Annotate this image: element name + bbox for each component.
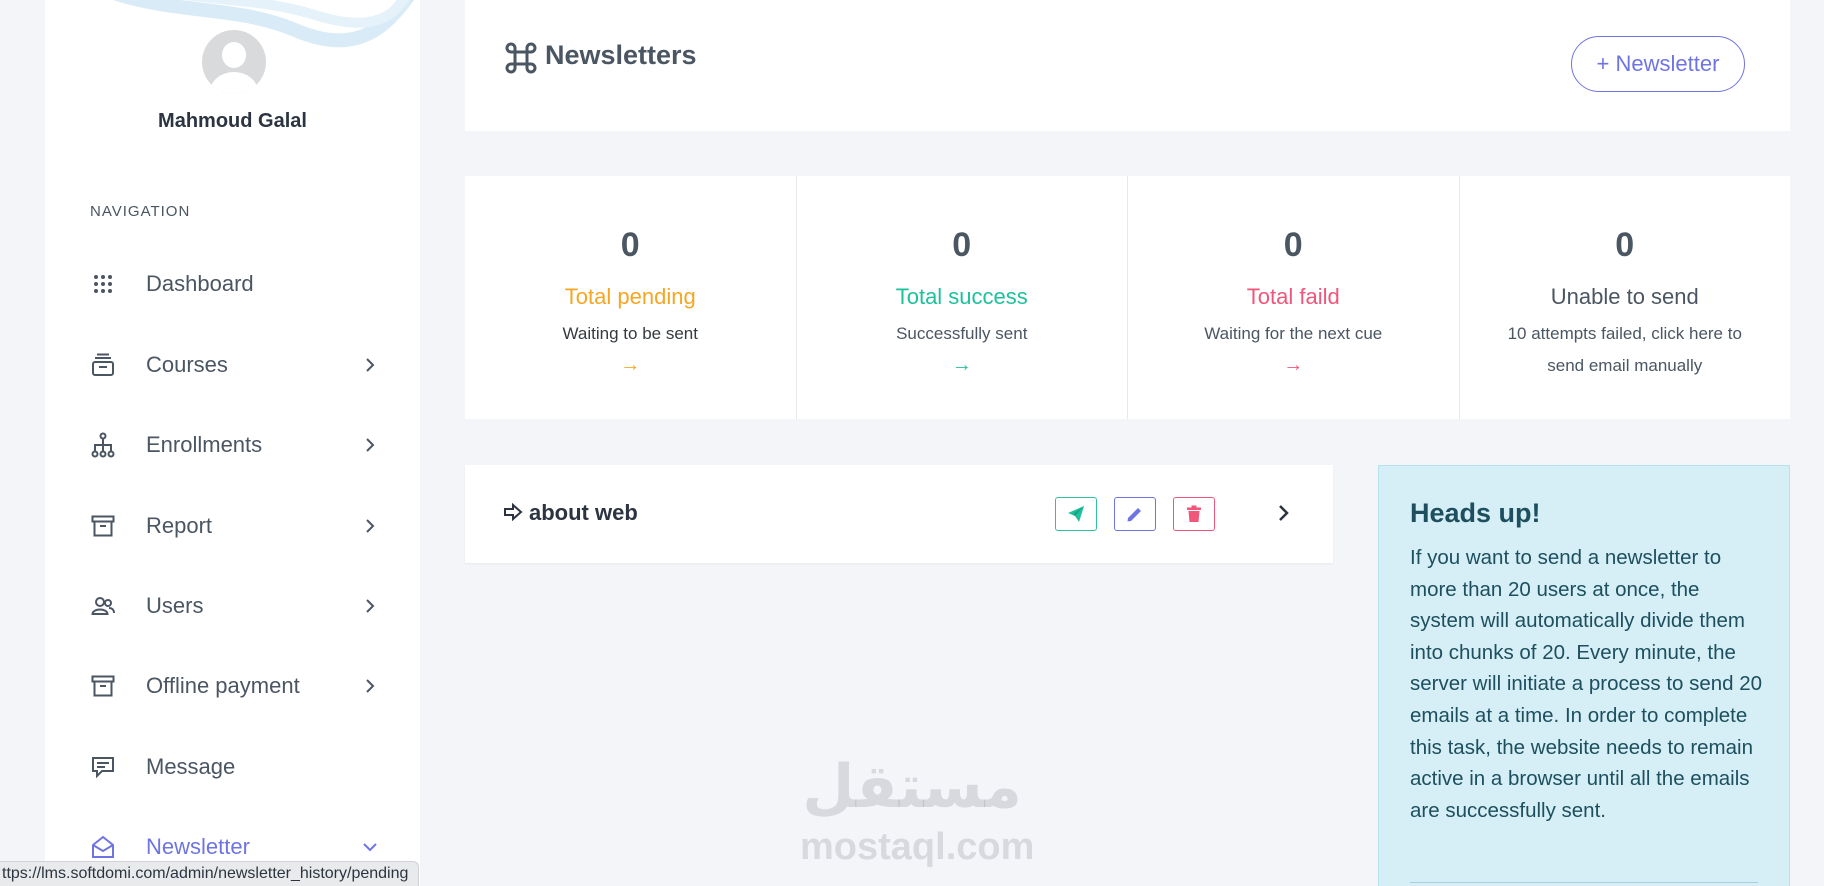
watermark-latin: mostaql.com xyxy=(800,826,1035,868)
chevron-right-icon xyxy=(360,516,380,536)
page-header: Newsletters + Newsletter xyxy=(465,0,1790,131)
envelope-open-icon xyxy=(90,834,116,860)
stat-label: Unable to send xyxy=(1550,284,1699,309)
nav-heading: NAVIGATION xyxy=(90,203,191,220)
chevron-right-icon xyxy=(360,435,380,455)
chevron-right-icon xyxy=(360,596,380,616)
delete-button[interactable] xyxy=(1173,497,1215,531)
stat-count: 0 xyxy=(1283,226,1303,264)
stat-count: 0 xyxy=(952,226,972,264)
sidebar-item-dashboard[interactable]: Dashboard xyxy=(90,264,380,304)
archive-icon xyxy=(90,513,116,539)
sidebar-item-report[interactable]: Report xyxy=(90,506,380,546)
browser-status-url: ttps://lms.softdomi.com/admin/newsletter… xyxy=(0,861,420,886)
stat-description: Successfully sent xyxy=(896,324,1028,343)
arrow-right-icon: → xyxy=(620,354,641,376)
grid-dots-icon xyxy=(90,271,116,297)
sidebar-item-label: Courses xyxy=(146,352,228,377)
chat-icon xyxy=(90,754,116,780)
add-newsletter-button[interactable]: + Newsletter xyxy=(1571,36,1745,92)
stats-panel: 0 Total pending Waiting to be sent → 0 T… xyxy=(465,176,1790,419)
newsletter-list-item[interactable]: about web xyxy=(465,465,1333,563)
stack-icon xyxy=(90,352,116,378)
page-title: Newsletters xyxy=(545,40,697,70)
stat-unable-to-send[interactable]: 0 Unable to send 10 attempts failed, cli… xyxy=(1460,176,1791,419)
stat-label: Total faild xyxy=(1246,284,1340,309)
sidebar-item-label: Enrollments xyxy=(146,432,263,457)
sidebar-item-users[interactable]: Users xyxy=(90,586,380,626)
chevron-down-icon xyxy=(360,837,380,857)
sidebar-item-offline-payment[interactable]: Offline payment xyxy=(90,666,380,706)
paper-plane-icon xyxy=(1068,506,1084,522)
watermark-arabic: مستقل xyxy=(802,752,1022,822)
alert-text: If you want to send a newsletter to more… xyxy=(1410,546,1763,822)
user-name: Mahmoud Galal xyxy=(158,110,307,132)
sidebar: Mahmoud Galal NAVIGATION Dashboard Cours… xyxy=(45,0,420,886)
pencil-icon xyxy=(1127,508,1141,522)
stat-description: Waiting to be sent xyxy=(562,324,698,343)
sidebar-item-label: Dashboard xyxy=(146,271,254,296)
sidebar-item-label: Offline payment xyxy=(146,673,300,698)
chevron-right-icon[interactable] xyxy=(1273,503,1293,523)
command-icon xyxy=(505,42,537,74)
stat-total-failed[interactable]: 0 Total faild Waiting for the next cue → xyxy=(1128,176,1460,419)
newsletter-name: about web xyxy=(529,500,638,525)
stat-total-success[interactable]: 0 Total success Successfully sent → xyxy=(797,176,1128,419)
sidebar-item-message[interactable]: Message xyxy=(90,747,380,787)
stat-total-pending[interactable]: 0 Total pending Waiting to be sent → xyxy=(465,176,797,419)
sidebar-item-label: Users xyxy=(146,593,204,618)
divider xyxy=(1410,882,1758,883)
trash-icon xyxy=(1187,505,1201,522)
sidebar-item-enrollments[interactable]: Enrollments xyxy=(90,425,380,465)
sidebar-item-label: Newsletter xyxy=(146,834,250,859)
arrow-right-icon: → xyxy=(1283,354,1304,376)
arrow-right-icon: → xyxy=(951,354,972,376)
stat-label: Total success xyxy=(895,284,1028,309)
alert-title: Heads up! xyxy=(1410,498,1541,528)
chevron-right-icon xyxy=(360,676,380,696)
sidebar-item-courses[interactable]: Courses xyxy=(90,345,380,385)
stat-count: 0 xyxy=(620,226,640,264)
send-button[interactable] xyxy=(1055,497,1097,531)
stat-label: Total pending xyxy=(564,284,696,309)
users-icon xyxy=(90,593,116,619)
edit-button[interactable] xyxy=(1114,497,1156,531)
hand-point-right-icon xyxy=(504,502,523,522)
stat-count: 0 xyxy=(1615,226,1635,264)
heads-up-alert: Heads up! If you want to send a newslett… xyxy=(1378,465,1790,886)
stat-description: Waiting for the next cue xyxy=(1204,324,1383,343)
hierarchy-icon xyxy=(90,432,116,458)
chevron-right-icon xyxy=(360,355,380,375)
avatar[interactable] xyxy=(202,30,266,94)
stat-description[interactable]: 10 attempts failed, click here to send e… xyxy=(1490,318,1761,382)
sidebar-item-label: Message xyxy=(146,754,236,779)
sidebar-item-label: Report xyxy=(146,513,213,538)
archive-icon xyxy=(90,673,116,699)
